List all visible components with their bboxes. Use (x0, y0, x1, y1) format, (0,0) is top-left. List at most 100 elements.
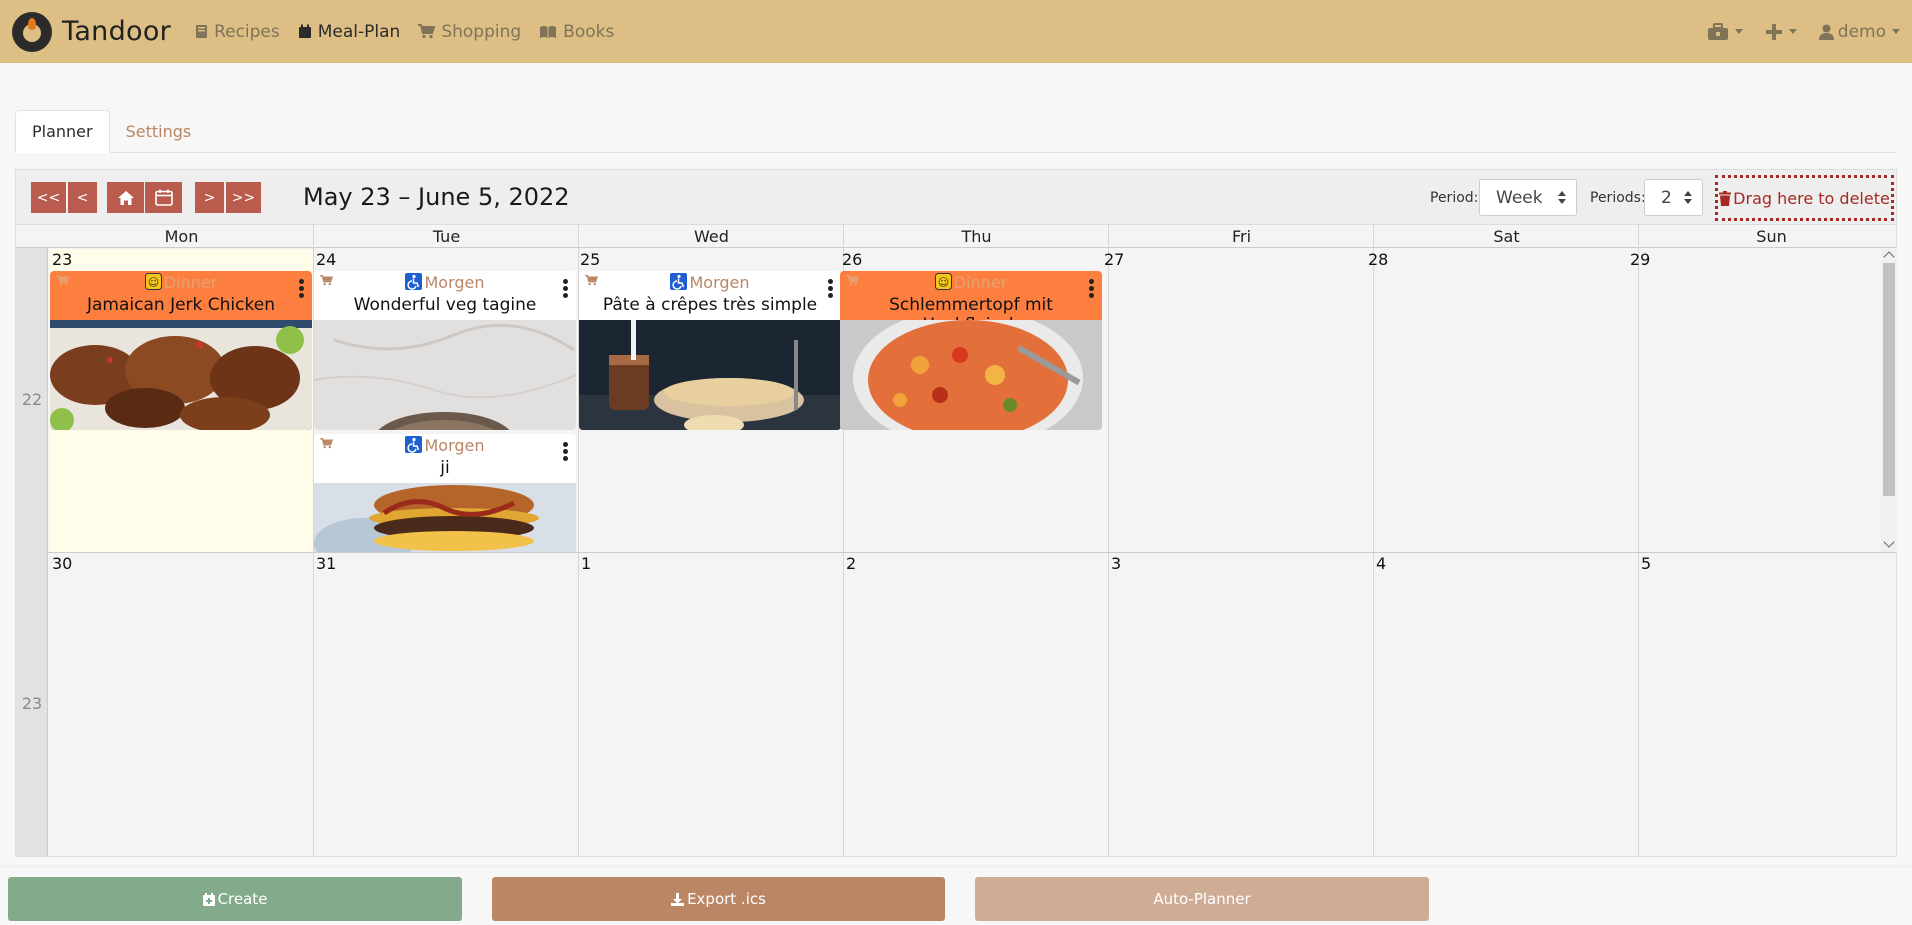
tab-settings[interactable]: Settings (110, 110, 208, 153)
meal-type-name: Morgen (689, 273, 750, 292)
meal-type-label: ☺ Dinner (840, 273, 1102, 292)
weekday-sun: Sun (1756, 227, 1787, 246)
today-button[interactable] (107, 182, 144, 213)
chevron-down-icon (1788, 29, 1797, 34)
scroll-up-icon[interactable] (1883, 251, 1895, 263)
weekday-wed: Wed (694, 227, 729, 246)
date-cell-number[interactable]: 23 (52, 250, 72, 269)
meal-plan-entry[interactable]: Morgen ji (314, 434, 576, 552)
meal-type-label: Morgen (579, 273, 841, 292)
weekday-tue: Tue (432, 227, 461, 246)
week-divider (16, 552, 1896, 553)
next-period-button[interactable]: > (195, 182, 224, 213)
weekday-thu: Thu (961, 227, 992, 246)
auto-planner-button[interactable]: Auto-Planner (975, 877, 1429, 921)
wheelchair-icon (405, 273, 423, 290)
cart-icon (418, 24, 436, 39)
nav-books[interactable]: Books (539, 22, 614, 42)
date-cell-number[interactable]: 2 (846, 554, 856, 573)
scrollbar-thumb[interactable] (1883, 263, 1895, 496)
entry-header: ☺ Dinner Jamaican Jerk Chicken (50, 271, 312, 320)
wheelchair-icon (670, 273, 688, 290)
calendar-icon (298, 24, 311, 38)
entry-header: ☺Dinner Schlemmertopf mit Hackfleisch (840, 271, 1102, 335)
date-cell-number[interactable]: 28 (1368, 250, 1388, 269)
nav-books-label: Books (563, 21, 615, 42)
date-cell-number[interactable]: 4 (1376, 554, 1386, 573)
date-cell-number[interactable]: 26 (842, 250, 862, 269)
date-cell-number[interactable]: 31 (316, 554, 336, 573)
action-bar: Create Export .ics Auto-Planner (0, 866, 1912, 925)
calendar: << < > >> May 23 – June 5, 2022 Period: … (15, 169, 1897, 857)
more-options-icon[interactable] (563, 279, 568, 300)
calendar-scrollbar[interactable] (1881, 248, 1897, 552)
date-cell-number[interactable]: 27 (1104, 250, 1124, 269)
weekday-mon: Mon (164, 227, 199, 246)
brand[interactable]: Tandoor (12, 11, 172, 52)
chevron-down-icon (1734, 29, 1743, 34)
date-cell-number[interactable]: 25 (580, 250, 600, 269)
period-label: Period: (1430, 190, 1479, 206)
add-menu[interactable] (1765, 23, 1797, 41)
more-options-icon[interactable] (299, 279, 304, 300)
meal-type-name: Morgen (424, 273, 485, 292)
entry-header: Morgen Wonderful veg tagine (314, 271, 576, 320)
date-cell-number[interactable]: 3 (1111, 554, 1121, 573)
date-cell-number[interactable]: 29 (1630, 250, 1650, 269)
meal-plan-entry[interactable]: Morgen Wonderful veg tagine (314, 271, 576, 430)
calendar-plus-icon (202, 892, 215, 906)
weekday-header: Mon Tue Wed Thu Fri Sat Sun (16, 225, 1896, 248)
nav-shopping-label: Shopping (441, 21, 522, 42)
grid-line (1373, 225, 1374, 856)
recipe-title: Jamaican Jerk Chicken (87, 295, 275, 315)
brand-name: Tandoor (62, 16, 172, 47)
nav-meal-plan[interactable]: Meal-Plan (298, 22, 400, 42)
meal-type-label: Morgen (314, 273, 576, 292)
user-menu[interactable]: demo (1818, 22, 1900, 42)
grid-line (1638, 225, 1639, 856)
create-button-label: Create (217, 890, 268, 908)
more-options-icon[interactable] (563, 442, 568, 463)
period-select-value: Week (1496, 187, 1543, 208)
recipe-title: Wonderful veg tagine (353, 295, 537, 315)
week-number: 22 (21, 390, 43, 409)
date-cell-number[interactable]: 5 (1641, 554, 1651, 573)
week-number-column: 22 23 (16, 248, 48, 856)
recipe-image (314, 483, 576, 552)
user-icon (1818, 24, 1834, 40)
nav-shopping[interactable]: Shopping (418, 22, 521, 42)
previous-period-button[interactable]: < (68, 182, 97, 213)
meal-plan-entry[interactable]: ☺Dinner Schlemmertopf mit Hackfleisch (840, 271, 1102, 430)
meal-plan-entry[interactable]: ☺ Dinner Jamaican Jerk Chicken (50, 271, 312, 430)
export-ics-button[interactable]: Export .ics (492, 877, 945, 921)
entry-header: Morgen Pâte à crêpes très simple (579, 271, 841, 320)
date-cell-number[interactable]: 24 (316, 250, 336, 269)
scroll-down-icon[interactable] (1883, 536, 1895, 548)
recipe-title: Pâte à crêpes très simple (602, 295, 818, 315)
date-picker-button[interactable] (145, 182, 182, 213)
nav-recipes[interactable]: Recipes (195, 22, 280, 42)
first-period-button[interactable]: << (31, 182, 66, 213)
export-button-label: Export .ics (687, 890, 766, 908)
date-cell-number[interactable]: 1 (581, 554, 591, 573)
grid-line (1108, 225, 1109, 856)
planner-tabs: Planner Settings (15, 110, 1897, 153)
period-select[interactable]: Week (1479, 179, 1577, 216)
svg-text:☺: ☺ (938, 276, 949, 289)
tab-planner[interactable]: Planner (15, 110, 110, 153)
navbar: Tandoor Recipes Meal-Plan Shopping Books (0, 0, 1912, 63)
more-options-icon[interactable] (828, 279, 833, 300)
create-button[interactable]: Create (8, 877, 462, 921)
trash-icon (1719, 190, 1732, 206)
open-book-icon (540, 25, 557, 38)
toolbox-menu[interactable] (1707, 22, 1743, 41)
wheelchair-icon (405, 436, 423, 453)
last-period-button[interactable]: >> (226, 182, 261, 213)
periods-label: Periods: (1590, 190, 1646, 206)
delete-drop-zone[interactable]: Drag here to delete (1715, 175, 1894, 221)
periods-select[interactable]: 2 (1644, 179, 1703, 216)
weekday-fri: Fri (1231, 227, 1252, 246)
date-cell-number[interactable]: 30 (52, 554, 72, 573)
meal-plan-entry[interactable]: Morgen Pâte à crêpes très simple (579, 271, 841, 430)
more-options-icon[interactable] (1089, 279, 1094, 300)
